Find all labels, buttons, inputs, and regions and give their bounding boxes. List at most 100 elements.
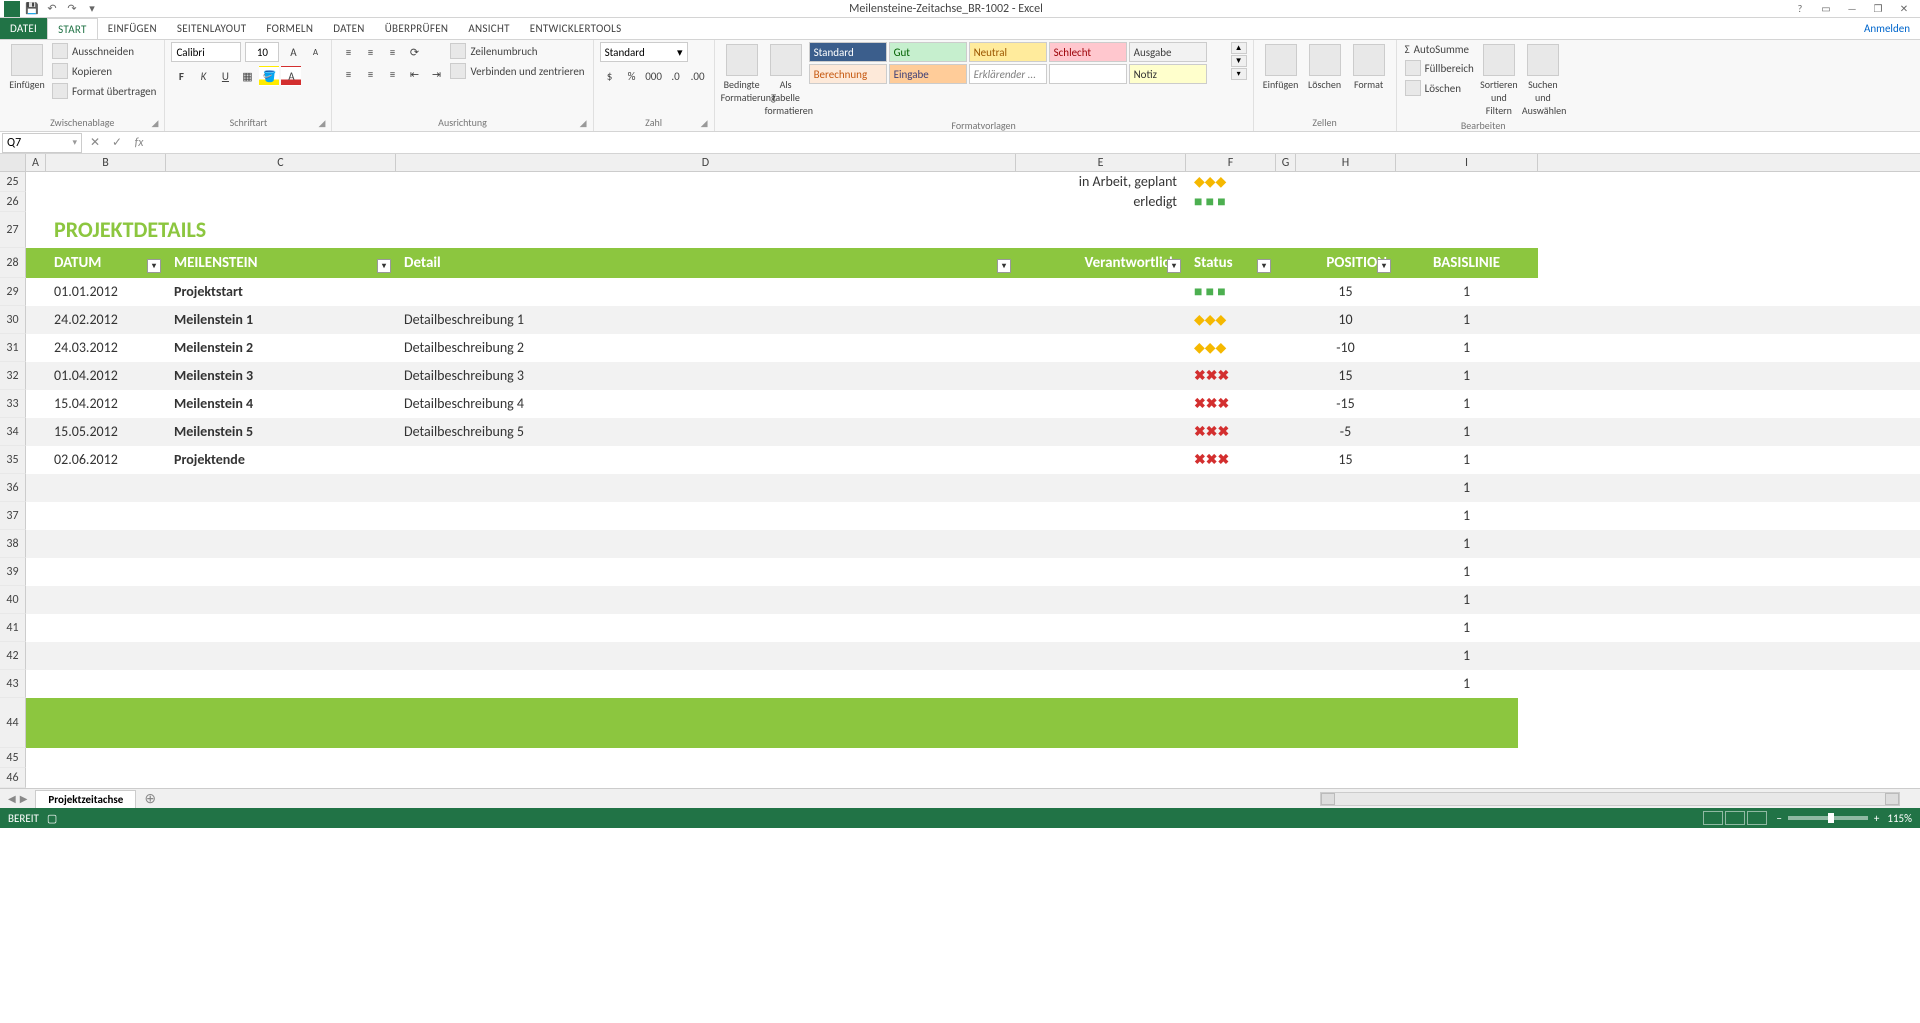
zoom-level[interactable]: 115% bbox=[1887, 812, 1912, 825]
qat-more-icon[interactable]: ▾ bbox=[84, 2, 100, 16]
cell-basislinie[interactable]: 1 bbox=[1396, 390, 1538, 418]
row-header[interactable]: 33 bbox=[0, 390, 26, 418]
select-all-corner[interactable] bbox=[0, 154, 26, 171]
tab-developer[interactable]: ENTWICKLERTOOLS bbox=[520, 18, 632, 39]
row-header[interactable]: 45 bbox=[0, 748, 26, 768]
help-icon[interactable]: ? bbox=[1788, 2, 1812, 16]
cell-style-item[interactable]: Eingabe bbox=[889, 64, 967, 84]
row-header[interactable]: 28 bbox=[0, 248, 26, 278]
cell-style-item[interactable]: Schlecht bbox=[1049, 42, 1127, 62]
cell-verantwortlich[interactable] bbox=[1016, 306, 1186, 334]
cell-position[interactable]: 15 bbox=[1296, 362, 1396, 390]
row-header[interactable]: 32 bbox=[0, 362, 26, 390]
font-size-input[interactable] bbox=[245, 42, 279, 62]
cell-basislinie[interactable]: 1 bbox=[1396, 334, 1538, 362]
cell-basislinie[interactable]: 1 bbox=[1396, 474, 1538, 502]
table-row[interactable]: 46 bbox=[0, 768, 1920, 788]
number-format-select[interactable]: Standard▾ bbox=[600, 42, 688, 62]
wrap-text-button[interactable]: Zeilenumbruch bbox=[448, 42, 586, 60]
cell-meilenstein[interactable]: Projektstart bbox=[166, 278, 396, 306]
table-row[interactable]: 35 02.06.2012 Projektende ✖✖✖ 15 1 bbox=[0, 446, 1920, 474]
col-header[interactable]: D bbox=[396, 154, 1016, 171]
cell-datum[interactable]: 15.04.2012 bbox=[46, 390, 166, 418]
cell-status[interactable]: ■ ■ ■ bbox=[1186, 278, 1276, 306]
cell-style-item[interactable]: Erklärender ... bbox=[969, 64, 1047, 84]
orientation-icon[interactable]: ⟳ bbox=[404, 42, 424, 62]
page-layout-view-icon[interactable] bbox=[1725, 811, 1745, 825]
cell-datum[interactable]: 24.02.2012 bbox=[46, 306, 166, 334]
format-painter-button[interactable]: Format übertragen bbox=[50, 82, 158, 100]
fill-button[interactable]: Füllbereich bbox=[1403, 59, 1476, 77]
cell-meilenstein[interactable]: Meilenstein 2 bbox=[166, 334, 396, 362]
col-header[interactable]: B bbox=[46, 154, 166, 171]
cell-verantwortlich[interactable] bbox=[1016, 362, 1186, 390]
col-header[interactable]: F bbox=[1186, 154, 1276, 171]
maximize-icon[interactable]: ❐ bbox=[1866, 2, 1890, 16]
paste-button[interactable]: Einfügen bbox=[6, 42, 48, 91]
currency-icon[interactable]: $ bbox=[600, 66, 620, 86]
merge-button[interactable]: Verbinden und zentrieren bbox=[448, 62, 586, 80]
row-header[interactable]: 31 bbox=[0, 334, 26, 362]
cell-styles-gallery[interactable]: StandardGutNeutralSchlechtAusgabeBerechn… bbox=[809, 42, 1229, 84]
decrease-indent-icon[interactable]: ⇤ bbox=[404, 64, 424, 84]
cell-detail[interactable]: Detailbeschreibung 3 bbox=[396, 362, 1016, 390]
cell-status[interactable]: ✖✖✖ bbox=[1186, 362, 1276, 390]
autosum-button[interactable]: ΣAutoSumme bbox=[1403, 42, 1476, 57]
sheet-nav-last-icon[interactable]: ▶ bbox=[20, 792, 28, 805]
formula-input[interactable] bbox=[150, 133, 1920, 153]
tab-view[interactable]: ANSICHT bbox=[458, 18, 519, 39]
cell-style-item[interactable]: Neutral bbox=[969, 42, 1047, 62]
login-link[interactable]: Anmelden bbox=[1854, 18, 1920, 39]
cell-basislinie[interactable]: 1 bbox=[1396, 614, 1538, 642]
table-row[interactable]: 30 24.02.2012 Meilenstein 1 Detailbeschr… bbox=[0, 306, 1920, 334]
fx-icon[interactable]: fx bbox=[128, 136, 150, 150]
cell-style-item[interactable]: Notiz bbox=[1129, 64, 1207, 84]
cell-datum[interactable]: 01.01.2012 bbox=[46, 278, 166, 306]
add-sheet-icon[interactable]: ⊕ bbox=[136, 790, 164, 807]
cell-meilenstein[interactable]: Meilenstein 3 bbox=[166, 362, 396, 390]
col-header[interactable]: E bbox=[1016, 154, 1186, 171]
alignment-launcher-icon[interactable]: ◢ bbox=[580, 118, 587, 129]
conditional-formatting-button[interactable]: Bedingte Formatierung bbox=[721, 42, 763, 104]
copy-button[interactable]: Kopieren bbox=[50, 62, 158, 80]
col-header[interactable]: A bbox=[26, 154, 46, 171]
sheet-tab[interactable]: Projektzeitachse bbox=[35, 790, 136, 808]
table-row[interactable]: 40 1 bbox=[0, 586, 1920, 614]
row-header[interactable]: 46 bbox=[0, 768, 26, 788]
row-header[interactable]: 25 bbox=[0, 172, 26, 192]
zoom-in-icon[interactable]: + bbox=[1874, 812, 1879, 825]
macro-record-icon[interactable]: ▢ bbox=[47, 812, 57, 825]
styles-scroll[interactable]: ▲▼▾ bbox=[1231, 42, 1247, 80]
filter-icon[interactable]: ▾ bbox=[377, 259, 391, 273]
cell-basislinie[interactable]: 1 bbox=[1396, 670, 1538, 698]
decrease-font-icon[interactable]: A bbox=[305, 42, 325, 62]
sheet-nav-first-icon[interactable]: ◀ bbox=[8, 792, 16, 805]
underline-button[interactable]: U bbox=[215, 66, 235, 86]
find-select-button[interactable]: Suchen und Auswählen bbox=[1522, 42, 1564, 117]
cell-verantwortlich[interactable] bbox=[1016, 334, 1186, 362]
clear-button[interactable]: Löschen bbox=[1403, 79, 1476, 97]
table-row[interactable]: 37 1 bbox=[0, 502, 1920, 530]
cell-detail[interactable]: Detailbeschreibung 5 bbox=[396, 418, 1016, 446]
col-header[interactable]: G bbox=[1276, 154, 1296, 171]
percent-icon[interactable]: % bbox=[622, 66, 642, 86]
table-row[interactable]: 32 01.04.2012 Meilenstein 3 Detailbeschr… bbox=[0, 362, 1920, 390]
row-header[interactable]: 41 bbox=[0, 614, 26, 642]
normal-view-icon[interactable] bbox=[1703, 811, 1723, 825]
worksheet-grid[interactable]: 25 in Arbeit, geplant ◆◆◆ 26 erledigt ■ … bbox=[0, 172, 1920, 788]
table-row[interactable]: 41 1 bbox=[0, 614, 1920, 642]
increase-font-icon[interactable]: A bbox=[283, 42, 303, 62]
cell-datum[interactable]: 24.03.2012 bbox=[46, 334, 166, 362]
row-header[interactable]: 37 bbox=[0, 502, 26, 530]
cell-verantwortlich[interactable] bbox=[1016, 390, 1186, 418]
decrease-decimal-icon[interactable]: .00 bbox=[688, 66, 708, 86]
increase-indent-icon[interactable]: ⇥ bbox=[426, 64, 446, 84]
row-header[interactable]: 30 bbox=[0, 306, 26, 334]
clipboard-launcher-icon[interactable]: ◢ bbox=[152, 118, 159, 129]
align-center-icon[interactable]: ≡ bbox=[360, 64, 380, 84]
col-header[interactable]: H bbox=[1296, 154, 1396, 171]
cell-position[interactable]: -5 bbox=[1296, 418, 1396, 446]
cell-basislinie[interactable]: 1 bbox=[1396, 446, 1538, 474]
row-header[interactable]: 40 bbox=[0, 586, 26, 614]
undo-icon[interactable]: ↶ bbox=[44, 2, 60, 16]
